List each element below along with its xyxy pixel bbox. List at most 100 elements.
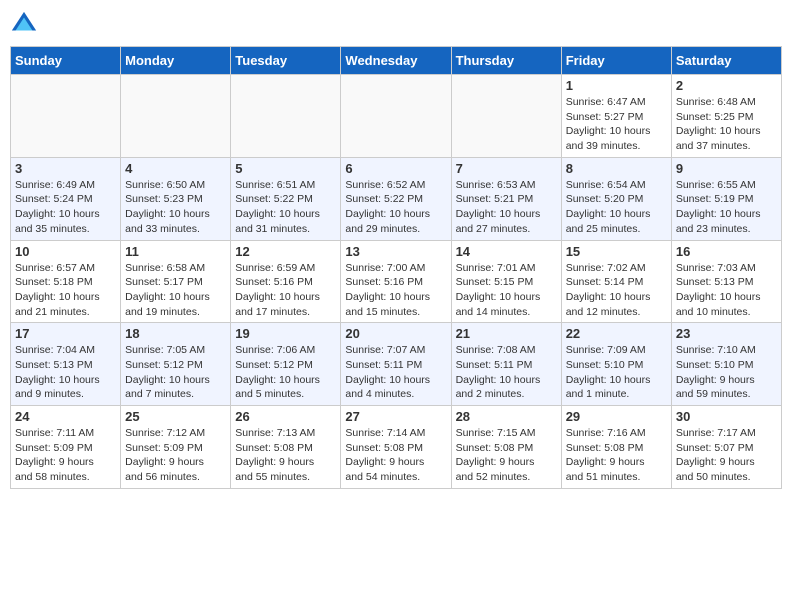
day-detail: Sunrise: 6:50 AM Sunset: 5:23 PM Dayligh…	[125, 178, 226, 237]
calendar-day-cell: 20 Sunrise: 7:07 AM Sunset: 5:11 PM Dayli…	[341, 323, 451, 406]
day-detail: Sunrise: 6:53 AM Sunset: 5:21 PM Dayligh…	[456, 178, 557, 237]
day-number: 29	[566, 409, 667, 424]
calendar-day-cell	[121, 75, 231, 158]
day-detail: Sunrise: 7:07 AM Sunset: 5:11 PM Dayligh…	[345, 343, 446, 402]
day-number: 30	[676, 409, 777, 424]
day-detail: Sunrise: 7:00 AM Sunset: 5:16 PM Dayligh…	[345, 261, 446, 320]
calendar-day-cell: 12 Sunrise: 6:59 AM Sunset: 5:16 PM Dayli…	[231, 240, 341, 323]
day-detail: Sunrise: 6:49 AM Sunset: 5:24 PM Dayligh…	[15, 178, 116, 237]
calendar-day-cell: 27 Sunrise: 7:14 AM Sunset: 5:08 PM Dayli…	[341, 406, 451, 489]
calendar-day-cell: 4 Sunrise: 6:50 AM Sunset: 5:23 PM Daylig…	[121, 157, 231, 240]
calendar-day-cell: 29 Sunrise: 7:16 AM Sunset: 5:08 PM Dayli…	[561, 406, 671, 489]
day-number: 1	[566, 78, 667, 93]
day-detail: Sunrise: 7:01 AM Sunset: 5:15 PM Dayligh…	[456, 261, 557, 320]
calendar-day-header: Friday	[561, 47, 671, 75]
day-number: 21	[456, 326, 557, 341]
day-detail: Sunrise: 7:02 AM Sunset: 5:14 PM Dayligh…	[566, 261, 667, 320]
day-number: 24	[15, 409, 116, 424]
calendar-day-cell: 28 Sunrise: 7:15 AM Sunset: 5:08 PM Dayli…	[451, 406, 561, 489]
calendar-day-cell: 24 Sunrise: 7:11 AM Sunset: 5:09 PM Dayli…	[11, 406, 121, 489]
day-detail: Sunrise: 7:08 AM Sunset: 5:11 PM Dayligh…	[456, 343, 557, 402]
calendar-day-cell	[341, 75, 451, 158]
calendar-header-row: SundayMondayTuesdayWednesdayThursdayFrid…	[11, 47, 782, 75]
calendar-week-row: 10 Sunrise: 6:57 AM Sunset: 5:18 PM Dayli…	[11, 240, 782, 323]
day-number: 16	[676, 244, 777, 259]
calendar-day-header: Thursday	[451, 47, 561, 75]
day-detail: Sunrise: 6:55 AM Sunset: 5:19 PM Dayligh…	[676, 178, 777, 237]
calendar-day-cell: 10 Sunrise: 6:57 AM Sunset: 5:18 PM Dayli…	[11, 240, 121, 323]
day-number: 28	[456, 409, 557, 424]
day-number: 22	[566, 326, 667, 341]
day-number: 8	[566, 161, 667, 176]
calendar-day-cell: 19 Sunrise: 7:06 AM Sunset: 5:12 PM Dayli…	[231, 323, 341, 406]
day-detail: Sunrise: 6:48 AM Sunset: 5:25 PM Dayligh…	[676, 95, 777, 154]
day-detail: Sunrise: 7:03 AM Sunset: 5:13 PM Dayligh…	[676, 261, 777, 320]
day-detail: Sunrise: 6:47 AM Sunset: 5:27 PM Dayligh…	[566, 95, 667, 154]
calendar-day-cell: 6 Sunrise: 6:52 AM Sunset: 5:22 PM Daylig…	[341, 157, 451, 240]
calendar-day-cell: 26Sunrise: 7:13 AM Sunset: 5:08 PM Dayli…	[231, 406, 341, 489]
calendar-day-cell: 18 Sunrise: 7:05 AM Sunset: 5:12 PM Dayli…	[121, 323, 231, 406]
page-header	[10, 10, 782, 38]
day-number: 9	[676, 161, 777, 176]
day-number: 10	[15, 244, 116, 259]
day-number: 3	[15, 161, 116, 176]
calendar-day-header: Wednesday	[341, 47, 451, 75]
day-number: 27	[345, 409, 446, 424]
day-detail: Sunrise: 6:57 AM Sunset: 5:18 PM Dayligh…	[15, 261, 116, 320]
day-number: 19	[235, 326, 336, 341]
calendar-day-cell: 7 Sunrise: 6:53 AM Sunset: 5:21 PM Daylig…	[451, 157, 561, 240]
calendar-table: SundayMondayTuesdayWednesdayThursdayFrid…	[10, 46, 782, 489]
day-number: 18	[125, 326, 226, 341]
calendar-day-cell: 23 Sunrise: 7:10 AM Sunset: 5:10 PM Dayli…	[671, 323, 781, 406]
day-detail: Sunrise: 6:52 AM Sunset: 5:22 PM Dayligh…	[345, 178, 446, 237]
calendar-day-cell: 13 Sunrise: 7:00 AM Sunset: 5:16 PM Dayli…	[341, 240, 451, 323]
calendar-day-cell: 3 Sunrise: 6:49 AM Sunset: 5:24 PM Daylig…	[11, 157, 121, 240]
calendar-day-cell	[11, 75, 121, 158]
calendar-day-cell: 14Sunrise: 7:01 AM Sunset: 5:15 PM Dayli…	[451, 240, 561, 323]
day-detail: Sunrise: 7:09 AM Sunset: 5:10 PM Dayligh…	[566, 343, 667, 402]
calendar-day-cell: 8 Sunrise: 6:54 AM Sunset: 5:20 PM Daylig…	[561, 157, 671, 240]
day-number: 23	[676, 326, 777, 341]
day-number: 2	[676, 78, 777, 93]
calendar-day-cell: 17Sunrise: 7:04 AM Sunset: 5:13 PM Dayli…	[11, 323, 121, 406]
calendar-day-cell: 25Sunrise: 7:12 AM Sunset: 5:09 PM Dayli…	[121, 406, 231, 489]
day-detail: Sunrise: 7:11 AM Sunset: 5:09 PM Dayligh…	[15, 426, 116, 485]
calendar-day-header: Sunday	[11, 47, 121, 75]
day-detail: Sunrise: 7:15 AM Sunset: 5:08 PM Dayligh…	[456, 426, 557, 485]
day-number: 13	[345, 244, 446, 259]
day-number: 5	[235, 161, 336, 176]
day-number: 6	[345, 161, 446, 176]
day-detail: Sunrise: 7:10 AM Sunset: 5:10 PM Dayligh…	[676, 343, 777, 402]
calendar-day-cell: 5 Sunrise: 6:51 AM Sunset: 5:22 PM Daylig…	[231, 157, 341, 240]
day-number: 11	[125, 244, 226, 259]
logo-icon	[10, 10, 38, 38]
calendar-day-cell: 15 Sunrise: 7:02 AM Sunset: 5:14 PM Dayli…	[561, 240, 671, 323]
day-number: 20	[345, 326, 446, 341]
day-detail: Sunrise: 7:17 AM Sunset: 5:07 PM Dayligh…	[676, 426, 777, 485]
calendar-day-cell: 11 Sunrise: 6:58 AM Sunset: 5:17 PM Dayli…	[121, 240, 231, 323]
day-detail: Sunrise: 6:54 AM Sunset: 5:20 PM Dayligh…	[566, 178, 667, 237]
day-number: 25	[125, 409, 226, 424]
day-number: 4	[125, 161, 226, 176]
day-number: 15	[566, 244, 667, 259]
day-detail: Sunrise: 6:51 AM Sunset: 5:22 PM Dayligh…	[235, 178, 336, 237]
calendar-week-row: 24 Sunrise: 7:11 AM Sunset: 5:09 PM Dayli…	[11, 406, 782, 489]
calendar-week-row: 17Sunrise: 7:04 AM Sunset: 5:13 PM Dayli…	[11, 323, 782, 406]
day-detail: Sunrise: 7:06 AM Sunset: 5:12 PM Dayligh…	[235, 343, 336, 402]
calendar-day-cell: 1 Sunrise: 6:47 AM Sunset: 5:27 PM Daylig…	[561, 75, 671, 158]
day-detail: Sunrise: 6:59 AM Sunset: 5:16 PM Dayligh…	[235, 261, 336, 320]
calendar-day-cell: 16 Sunrise: 7:03 AM Sunset: 5:13 PM Dayli…	[671, 240, 781, 323]
day-detail: Sunrise: 7:14 AM Sunset: 5:08 PM Dayligh…	[345, 426, 446, 485]
calendar-day-cell: 22 Sunrise: 7:09 AM Sunset: 5:10 PM Dayli…	[561, 323, 671, 406]
calendar-day-cell	[451, 75, 561, 158]
calendar-day-cell: 2 Sunrise: 6:48 AM Sunset: 5:25 PM Daylig…	[671, 75, 781, 158]
day-detail: Sunrise: 7:16 AM Sunset: 5:08 PM Dayligh…	[566, 426, 667, 485]
day-number: 17	[15, 326, 116, 341]
day-number: 12	[235, 244, 336, 259]
day-detail: Sunrise: 6:58 AM Sunset: 5:17 PM Dayligh…	[125, 261, 226, 320]
day-detail: Sunrise: 7:05 AM Sunset: 5:12 PM Dayligh…	[125, 343, 226, 402]
calendar-week-row: 1 Sunrise: 6:47 AM Sunset: 5:27 PM Daylig…	[11, 75, 782, 158]
day-number: 7	[456, 161, 557, 176]
calendar-week-row: 3 Sunrise: 6:49 AM Sunset: 5:24 PM Daylig…	[11, 157, 782, 240]
calendar-day-cell: 9 Sunrise: 6:55 AM Sunset: 5:19 PM Daylig…	[671, 157, 781, 240]
